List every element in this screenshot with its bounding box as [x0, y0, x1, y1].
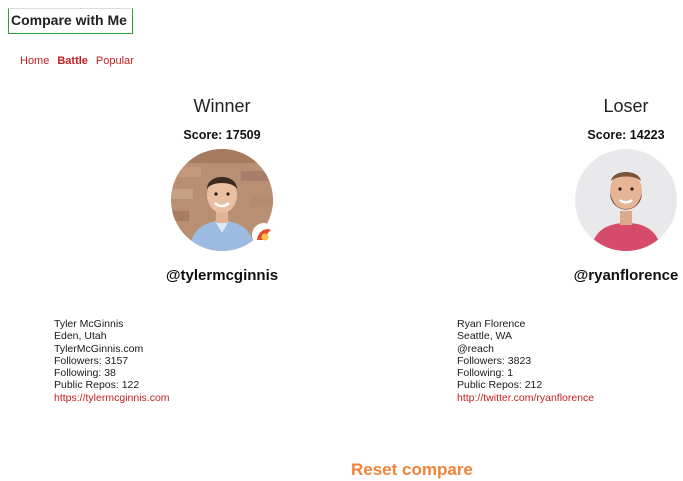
- battle-results-page: Compare with Me Home Battle Popular Winn…: [0, 0, 683, 481]
- loser-result-heading: Loser: [603, 96, 649, 116]
- loser-profile-info: Ryan Florence Seattle, WA @reach Followe…: [457, 318, 594, 404]
- winner-blog-link[interactable]: https://tylermcginnis.com: [54, 392, 170, 404]
- winner-followers: Followers: 3157: [54, 354, 129, 367]
- app-logo[interactable]: Compare with Me: [8, 8, 133, 34]
- reset-compare-button[interactable]: Reset compare: [351, 460, 473, 480]
- loser-following: Following: 1: [457, 367, 514, 380]
- winner-repos: Public Repos: 122: [54, 379, 140, 392]
- loser-company: @reach: [457, 342, 494, 355]
- winner-result-heading: Winner: [193, 96, 251, 116]
- loser-card: Loser Score: 14223 @ryanflorence: [526, 92, 683, 287]
- nav-item-battle[interactable]: Battle: [57, 55, 88, 67]
- loser-handle[interactable]: @ryanflorence: [526, 265, 683, 287]
- main-nav: Home Battle Popular: [20, 55, 134, 67]
- loser-name: Ryan Florence: [457, 318, 526, 330]
- winner-location: Eden, Utah: [54, 330, 107, 343]
- loser-avatar-wrap: [575, 149, 677, 251]
- winner-name: Tyler McGinnis: [54, 318, 124, 330]
- loser-followers: Followers: 3823: [457, 354, 532, 367]
- winner-avatar-wrap: [171, 149, 276, 251]
- loser-score: Score: 14223: [587, 128, 665, 142]
- loser-blog-link[interactable]: http://twitter.com/ryanflorence: [457, 392, 594, 404]
- loser-repos: Public Repos: 212: [457, 379, 543, 392]
- winner-score: Score: 17509: [183, 128, 261, 142]
- loser-avatar: [575, 149, 677, 251]
- nav-item-popular[interactable]: Popular: [96, 55, 134, 67]
- winner-handle[interactable]: @tylermcginnis: [122, 265, 322, 287]
- winner-following: Following: 38: [54, 367, 116, 380]
- nav-item-home[interactable]: Home: [20, 55, 49, 67]
- person-portrait-icon: [575, 149, 677, 251]
- winner-card: Winner Score: 17509 @tylermcginnis: [122, 92, 322, 287]
- loser-location: Seattle, WA: [457, 330, 513, 343]
- react-badge-icon: [252, 223, 276, 247]
- winner-company: TylerMcGinnis.com: [54, 342, 144, 355]
- winner-profile-info: Tyler McGinnis Eden, Utah TylerMcGinnis.…: [54, 318, 170, 404]
